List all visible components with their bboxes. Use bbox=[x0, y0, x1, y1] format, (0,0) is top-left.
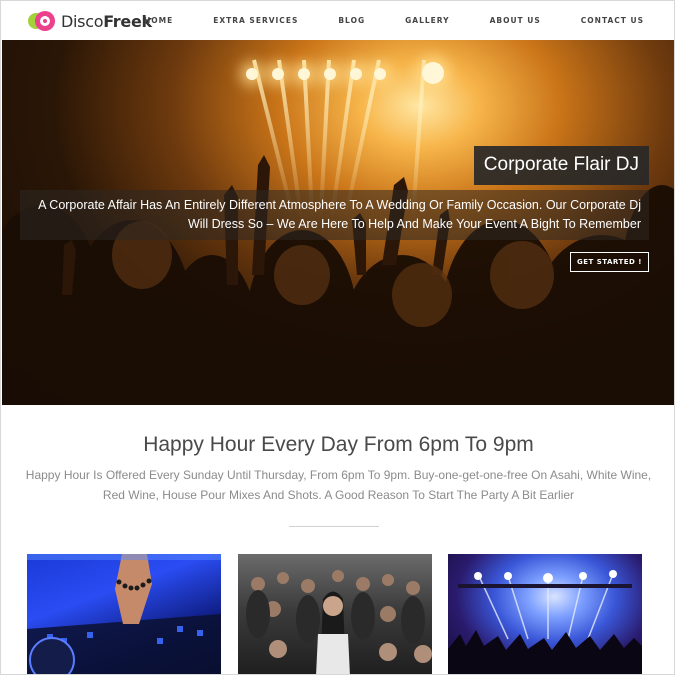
gallery-item-dj-mixer[interactable] bbox=[27, 554, 221, 674]
concert-lights-photo-icon bbox=[448, 570, 642, 674]
section-text: Happy Hour Is Offered Every Sunday Until… bbox=[25, 468, 652, 502]
dancing-crowd-photo-icon bbox=[246, 570, 432, 674]
nav-item-contact-us[interactable]: CONTACT US bbox=[561, 16, 674, 25]
section-title: Happy Hour Every Day From 6pm To 9pm bbox=[143, 433, 534, 456]
get-started-button[interactable]: GET STARTED ! bbox=[569, 252, 649, 272]
hero-title: Corporate Flair DJ bbox=[473, 146, 649, 185]
gallery-item-dancing-crowd[interactable] bbox=[238, 554, 432, 674]
hero-banner: Corporate Flair DJ A Corporate Affair Ha… bbox=[2, 40, 674, 405]
dj-mixer-photo-icon bbox=[27, 554, 221, 674]
main-nav: HOME EXTRA SERVICES BLOG GALLERY ABOUT U… bbox=[124, 1, 674, 40]
logo-text-part1: Disco bbox=[61, 11, 104, 31]
nav-item-extra-services[interactable]: EXTRA SERVICES bbox=[193, 16, 318, 25]
nav-item-about-us[interactable]: ABOUT US bbox=[470, 16, 561, 25]
disc-logo-icon bbox=[28, 11, 60, 31]
nav-item-blog[interactable]: BLOG bbox=[318, 16, 385, 25]
section-divider bbox=[289, 526, 379, 527]
site-header: DiscoFreek HOME EXTRA SERVICES BLOG GALL… bbox=[1, 1, 674, 40]
hero-description: A Corporate Affair Has An Entirely Diffe… bbox=[20, 190, 649, 240]
gallery-item-concert-lights[interactable] bbox=[448, 554, 642, 674]
page-frame: DiscoFreek HOME EXTRA SERVICES BLOG GALL… bbox=[0, 0, 675, 675]
nav-item-gallery[interactable]: GALLERY bbox=[385, 16, 469, 25]
nav-item-home[interactable]: HOME bbox=[124, 16, 193, 25]
